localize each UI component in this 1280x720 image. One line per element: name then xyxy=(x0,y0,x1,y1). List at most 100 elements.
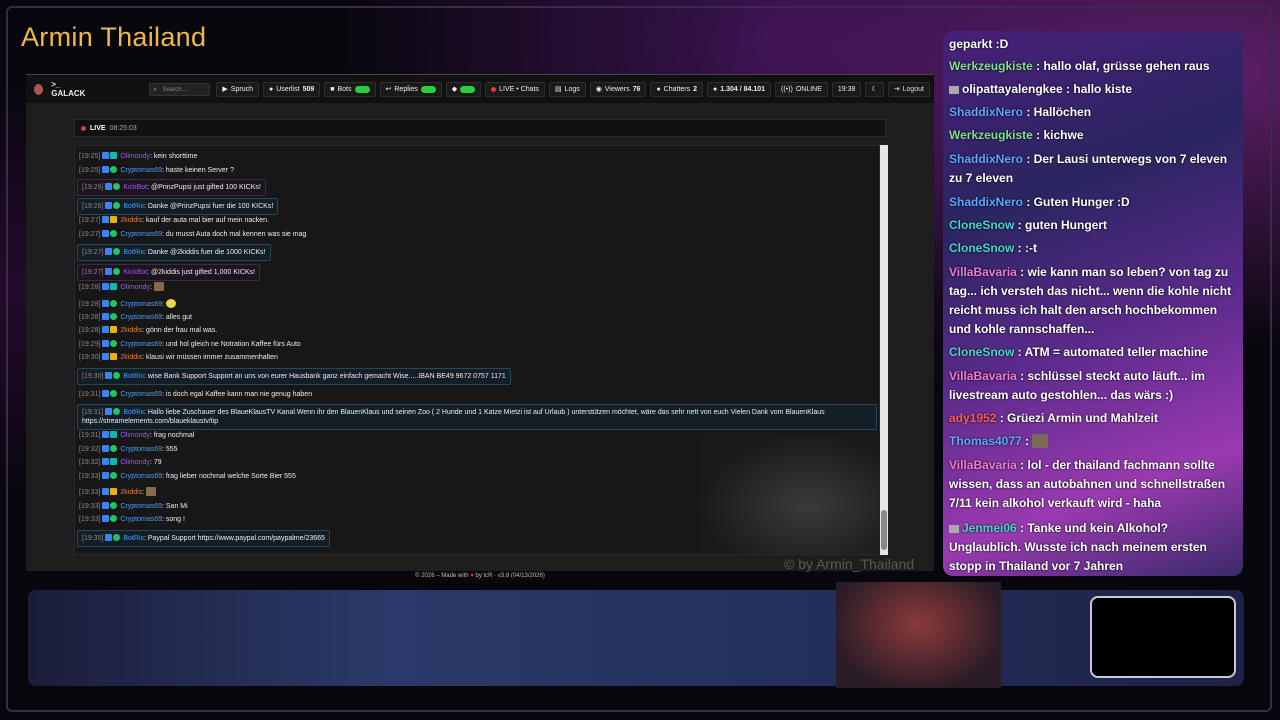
live-chats-button[interactable]: LIVE • Chats xyxy=(485,81,545,97)
message-timestamp: [19:33] xyxy=(79,503,101,510)
chat-username[interactable]: Cryptomas69 xyxy=(118,446,162,453)
chat-message: [19:26] KickBot: @PrinzPupsi just gifted… xyxy=(77,179,266,196)
message-timestamp: [19:33] xyxy=(79,516,101,523)
overlay-username: ShaddixNero xyxy=(949,195,1024,209)
chat-username[interactable]: Olimondy xyxy=(118,284,150,291)
sword-badge-icon xyxy=(102,458,110,465)
overlay-chat-message: VillaBavaria : wie kann man so leben? vo… xyxy=(949,263,1239,339)
chat-username[interactable]: Olimondy xyxy=(118,153,150,160)
message-timestamp: [19:29] xyxy=(79,341,101,348)
signal-icon: ((•)) xyxy=(781,85,793,93)
chat-username[interactable]: Olimondy xyxy=(118,459,150,466)
tts-toggle[interactable]: ◆ xyxy=(445,81,482,97)
sub-badge-icon xyxy=(113,268,121,275)
sub-badge-icon xyxy=(113,202,121,209)
overlay-chat-text: : Hallöchen xyxy=(1023,105,1092,119)
chat-username[interactable]: BotRix xyxy=(121,535,144,542)
sub-badge-icon xyxy=(110,313,118,320)
overlay-chat-message: ady1952 : Grüezi Armin und Mahlzeit xyxy=(949,409,1239,428)
sword-badge-icon xyxy=(105,268,113,275)
camera-frame xyxy=(1090,596,1236,678)
chat-username[interactable]: Cryptomas69 xyxy=(118,391,162,398)
message-timestamp: [19:26] xyxy=(82,184,104,191)
chatters-button[interactable]: ● Chatters 2 xyxy=(650,81,704,97)
chat-username[interactable]: 2kiddis xyxy=(118,489,142,496)
chat-username[interactable]: 2kiddis xyxy=(118,327,142,334)
chat-username[interactable]: Cryptomas69 xyxy=(118,231,162,238)
chat-message: [19:32] Cryptomas69: 555 xyxy=(79,445,178,454)
chat-message: [19:33] Cryptomas69: San Mi xyxy=(79,502,188,511)
bots-toggle[interactable]: ■ Bots xyxy=(324,81,376,97)
chat-username[interactable]: BotRix xyxy=(121,409,144,416)
streamer-camera xyxy=(836,582,1001,688)
sword-badge-icon xyxy=(105,408,113,415)
chat-text: : Paypal Support https://www.paypal.com/… xyxy=(143,535,325,542)
chat-message: [19:27] Cryptomas69: du musst Auta doch … xyxy=(79,230,306,239)
sword-badge-icon xyxy=(102,230,110,237)
chat-username[interactable]: Cryptomas69 xyxy=(118,503,162,510)
chat-username[interactable]: Olimondy xyxy=(118,432,150,439)
logout-button[interactable]: ⇥ Logout xyxy=(887,81,930,97)
chat-username[interactable]: Cryptomas69 xyxy=(118,473,162,480)
emote-icon xyxy=(165,299,176,308)
spruch-button[interactable]: ▶ Spruch xyxy=(216,81,259,97)
sub-badge-icon xyxy=(110,431,118,438)
theme-toggle[interactable]: ☾ xyxy=(865,81,884,97)
overlay-chat-message: geparkt :D xyxy=(949,35,1239,54)
overlay-chat-message: Thomas4077 : xyxy=(949,432,1239,451)
chat-username[interactable]: 2kiddis xyxy=(118,217,142,224)
overlay-chat-text: : ATM = automated teller machine xyxy=(1014,345,1209,359)
chat-username[interactable]: 2kiddis xyxy=(118,354,142,361)
clock: 19:38 xyxy=(831,81,862,97)
chat-username[interactable]: Cryptomas69 xyxy=(118,314,162,321)
message-timestamp: [19:30] xyxy=(82,373,104,380)
overlay-chat-message: Werkzeugkiste : kichwe xyxy=(949,126,1239,145)
chat-message: [19:31] Cryptomas69: is doch egal Kaffee… xyxy=(79,390,312,399)
chat-username[interactable]: BotRix xyxy=(121,249,144,256)
chat-username[interactable]: Cryptomas69 xyxy=(118,301,162,308)
brand-logo[interactable]: >_ GALACK xyxy=(51,80,89,98)
message-timestamp: [19:25] xyxy=(79,153,101,160)
chat-username[interactable]: Cryptomas69 xyxy=(118,341,162,348)
chat-username[interactable]: Cryptomas69 xyxy=(118,167,162,174)
online-status: ((•)) ONLINE xyxy=(775,81,828,97)
overlay-chat-text: : Guten Hunger :D xyxy=(1023,195,1130,209)
logs-button[interactable]: ▤ Logs xyxy=(548,81,586,97)
chat-username[interactable]: BotRix xyxy=(121,373,144,380)
search-input[interactable]: ⌕ Search... xyxy=(149,82,211,96)
chat-message: [19:28] Cryptomas69: alles gut xyxy=(79,313,192,322)
message-timestamp: [19:32] xyxy=(79,459,101,466)
sword-badge-icon xyxy=(102,166,110,173)
chat-username[interactable]: KickBot xyxy=(121,269,147,276)
message-timestamp: [19:33] xyxy=(79,489,101,496)
scrollbar-thumb[interactable] xyxy=(881,510,887,550)
chat-message: [19:27] 2kiddis: kauf der auta mal bier … xyxy=(79,216,269,225)
overlay-chat-message: CloneSnow : :-t xyxy=(949,239,1239,258)
emote-icon xyxy=(153,282,164,291)
chat-username[interactable]: BotRix xyxy=(121,203,144,210)
sword-badge-icon xyxy=(102,502,110,509)
overlay-username: CloneSnow xyxy=(949,218,1015,232)
message-timestamp: [19:26] xyxy=(82,203,104,210)
avatar xyxy=(34,83,44,95)
overlay-chat-message: ShaddixNero : Der Lausi unterwegs von 7 … xyxy=(949,150,1239,188)
sword-badge-icon xyxy=(102,353,110,360)
sub-badge-icon xyxy=(113,183,121,190)
chat-scrollbar[interactable] xyxy=(880,145,888,555)
viewers-button[interactable]: ◉ Viewers 76 xyxy=(589,81,647,97)
chat-username[interactable]: Cryptomas69 xyxy=(118,516,162,523)
replies-switch[interactable] xyxy=(420,85,436,93)
chat-username[interactable]: KickBot xyxy=(121,184,147,191)
chat-text: : frag lieber nochmal welche Sorte Bier … xyxy=(162,473,296,480)
tts-switch[interactable] xyxy=(460,85,476,93)
reply-icon: ↩ xyxy=(385,85,392,93)
sub-badge-icon xyxy=(113,534,121,541)
bots-switch[interactable] xyxy=(354,85,370,93)
sub-badge-icon xyxy=(110,230,118,237)
overlay-username: ady1952 xyxy=(949,411,997,425)
message-timestamp: [19:28] xyxy=(79,327,101,334)
replies-toggle[interactable]: ↩ Replies xyxy=(379,81,442,97)
overlay-username: Jenmei06 xyxy=(962,521,1017,535)
userlist-button[interactable]: ● Userlist 509 xyxy=(262,81,321,97)
emote-icon xyxy=(146,487,157,496)
